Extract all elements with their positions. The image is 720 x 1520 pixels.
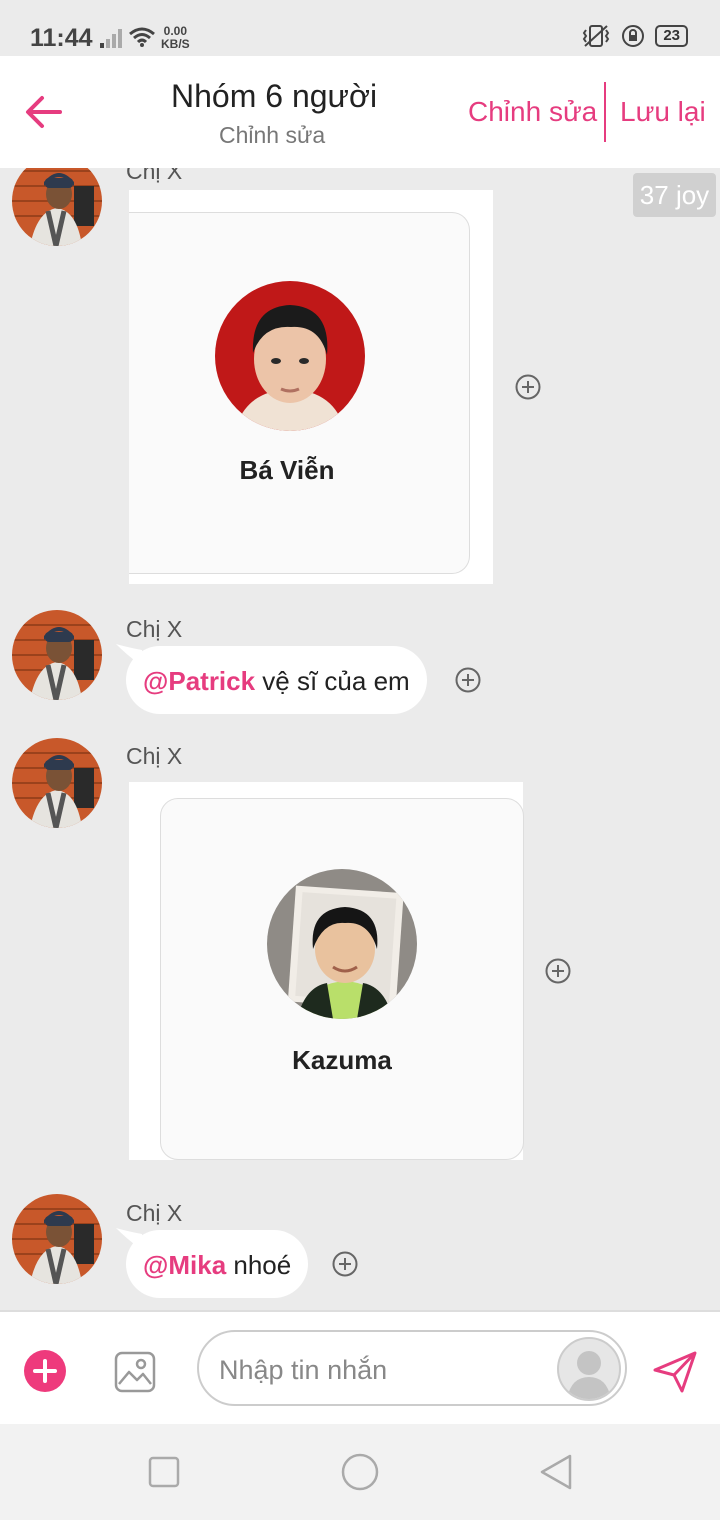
plus-circle-icon[interactable]	[332, 1251, 358, 1277]
avatar[interactable]	[12, 738, 102, 828]
message-bubble[interactable]: @Patrick vệ sĩ của em	[126, 646, 427, 714]
save-button[interactable]: Lưu lại	[620, 96, 706, 128]
header-divider	[604, 82, 606, 142]
status-time: 11:44	[30, 24, 93, 52]
status-bar: 11:44 0.00 KB/S 23	[0, 0, 720, 56]
contact-photo	[267, 869, 417, 1019]
network-speed: 0.00 KB/S	[161, 25, 190, 51]
message-composer	[0, 1310, 720, 1426]
avatar[interactable]	[12, 168, 102, 246]
contact-card-inner: Bá Viễn	[129, 212, 470, 574]
sender-name: Chị X	[126, 168, 183, 184]
message-input[interactable]	[217, 1346, 541, 1394]
add-icon	[33, 1359, 57, 1383]
add-button[interactable]	[24, 1350, 66, 1392]
system-nav-bar	[0, 1424, 720, 1520]
mention[interactable]: @Mika	[143, 1250, 226, 1280]
sender-name: Chị X	[126, 1200, 183, 1226]
chat-header: Nhóm 6 người Chỉnh sửa Chỉnh sửa Lưu lại	[0, 56, 720, 168]
recent-apps-icon[interactable]	[148, 1456, 180, 1488]
back-arrow-icon[interactable]	[24, 94, 64, 130]
status-right: 23	[581, 24, 688, 48]
contact-card[interactable]: Kazuma	[129, 782, 524, 1160]
battery-level: 23	[655, 25, 688, 47]
message-bubble[interactable]: @Mika nhoé	[126, 1230, 309, 1298]
contact-name: Bá Viễn	[239, 455, 335, 485]
page-subtitle: Chỉnh sửa	[219, 122, 326, 148]
mention[interactable]: @Patrick	[143, 666, 255, 696]
person-icon	[567, 1351, 611, 1399]
edit-button[interactable]: Chỉnh sửa	[468, 96, 597, 128]
wifi-icon	[129, 27, 155, 47]
page-title: Nhóm 6 người	[171, 78, 378, 114]
send-icon[interactable]	[652, 1350, 698, 1394]
rotation-lock-icon	[622, 25, 645, 47]
avatar[interactable]	[12, 1194, 102, 1284]
contact-card[interactable]: Bá Viễn	[129, 190, 493, 584]
plus-circle-icon[interactable]	[545, 958, 571, 984]
image-icon[interactable]	[113, 1350, 157, 1394]
signal-icon	[100, 29, 122, 48]
contact-name: Kazuma	[292, 1045, 392, 1075]
chat-messages[interactable]: Chị X 37 joy Bá Viễn Chị X @Patrick vệ s…	[0, 168, 720, 1310]
joy-badge: 37 joy	[633, 173, 716, 217]
back-nav-icon[interactable]	[538, 1452, 574, 1492]
message-text: vệ sĩ của em	[255, 666, 410, 696]
plus-circle-icon[interactable]	[515, 374, 541, 400]
home-icon[interactable]	[340, 1452, 380, 1492]
message-text: nhoé	[226, 1250, 292, 1280]
user-avatar-placeholder[interactable]	[557, 1337, 621, 1401]
contact-photo	[215, 281, 365, 431]
contact-card-inner: Kazuma	[160, 798, 524, 1160]
vibrate-icon	[583, 25, 610, 47]
sender-name: Chị X	[126, 616, 183, 642]
message-input-wrapper	[197, 1330, 627, 1406]
sender-name: Chị X	[126, 743, 183, 769]
plus-circle-icon[interactable]	[455, 667, 481, 693]
speed-unit: KB/S	[161, 37, 190, 51]
avatar[interactable]	[12, 610, 102, 700]
